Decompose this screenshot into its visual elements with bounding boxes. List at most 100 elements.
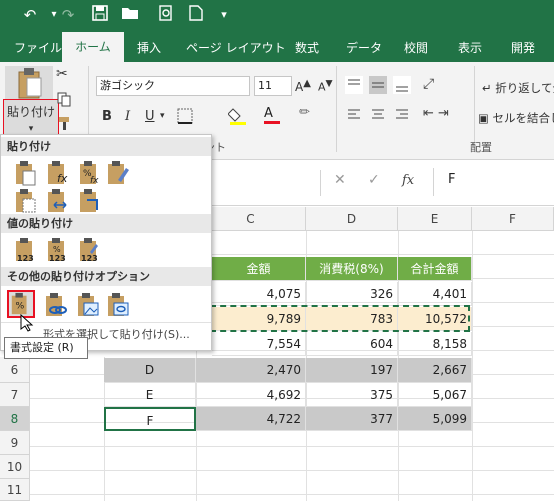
row-header-6[interactable]: 6 <box>0 357 30 383</box>
column-header-f[interactable]: F <box>472 207 554 231</box>
table-cell[interactable]: 5,067 <box>398 383 472 407</box>
table-cell[interactable]: 4,692 <box>196 383 306 407</box>
table-cell[interactable]: 8,158 <box>398 332 472 356</box>
formula-input-divider <box>433 168 434 196</box>
paste-values-source-formatting-icon[interactable]: 123 <box>77 237 103 263</box>
paste-linked-picture-icon[interactable] <box>105 292 131 318</box>
copy-icon[interactable] <box>56 91 72 107</box>
title-bar <box>0 0 554 30</box>
tab-file[interactable]: ファイル <box>14 38 62 58</box>
column-header-e[interactable]: E <box>398 207 472 231</box>
svg-text:%: % <box>53 245 61 254</box>
row-header-10[interactable]: 10 <box>0 455 30 479</box>
italic-icon[interactable]: I <box>125 109 130 124</box>
table-cell[interactable]: 4,722 <box>196 407 306 431</box>
table-cell[interactable]: 2,667 <box>398 358 472 383</box>
table-cell[interactable]: 5,099 <box>398 407 472 431</box>
paste-no-borders-icon[interactable] <box>13 188 39 214</box>
paste-formulas-icon[interactable]: fx <box>45 160 71 186</box>
merge-cells-button[interactable]: ▣ セルを結合し <box>478 110 554 126</box>
table-cell[interactable]: 4,401 <box>398 282 472 306</box>
table-cell[interactable]: 4,075 <box>212 282 306 306</box>
paste-button[interactable]: 貼り付け ▾ <box>3 99 59 135</box>
fill-color-icon[interactable] <box>227 106 250 126</box>
undo-icon[interactable]: ↶ <box>20 5 40 25</box>
table-cell[interactable]: 604 <box>306 332 398 356</box>
paste-keep-source-formatting-icon[interactable] <box>105 160 131 186</box>
indent-icons[interactable]: ⇤ ⇥ <box>423 106 471 126</box>
table-header-total[interactable]: 合計金額 <box>398 257 472 281</box>
cancel-icon[interactable]: ✕ <box>334 172 350 188</box>
tab-home[interactable]: ホーム <box>62 32 124 62</box>
tab-review[interactable]: 校閲 <box>404 38 428 58</box>
paste-icon[interactable] <box>13 160 39 186</box>
open-folder-icon[interactable] <box>120 5 140 25</box>
underline-icon[interactable]: U <box>145 109 155 124</box>
font-color-icon[interactable]: A <box>264 106 286 126</box>
row-header-11[interactable]: 11 <box>0 479 30 501</box>
tab-formulas[interactable]: 数式 <box>295 38 319 58</box>
tab-view[interactable]: 表示 <box>458 38 482 58</box>
svg-text:%: % <box>15 301 24 312</box>
mouse-pointer-icon <box>20 313 34 332</box>
save-icon[interactable] <box>90 5 110 25</box>
table-cell[interactable]: 7,554 <box>212 332 306 356</box>
paste-link-icon[interactable] <box>43 292 69 318</box>
table-cell[interactable]: 197 <box>306 358 398 383</box>
underline-dropdown-icon[interactable]: ▾ <box>160 111 165 121</box>
font-grow-icon[interactable]: A▲ <box>295 78 311 94</box>
table-header-amount[interactable]: 金額 <box>212 257 306 281</box>
formula-input[interactable]: F <box>448 172 455 187</box>
paste-picture-icon[interactable] <box>75 292 101 318</box>
tab-page-layout[interactable]: ページ レイアウト <box>186 38 286 58</box>
font-shrink-icon[interactable]: A▼ <box>318 78 333 94</box>
enter-icon[interactable]: ✓ <box>368 172 384 188</box>
column-header-d[interactable]: D <box>306 207 398 231</box>
font-name-combo[interactable]: 游ゴシック <box>96 76 250 96</box>
insert-function-icon[interactable]: fx <box>402 173 414 188</box>
vertical-align-buttons <box>345 74 421 96</box>
wrap-text-button[interactable]: ↵ 折り返して全 <box>482 80 554 96</box>
table-cell[interactable]: D <box>104 358 196 383</box>
phonetic-icon[interactable]: ✏ <box>299 105 317 123</box>
tab-developer[interactable]: 開発 <box>511 38 535 58</box>
customize-qat-icon[interactable]: ▾ <box>214 5 234 25</box>
row-header-8[interactable]: 8 <box>0 407 30 431</box>
borders-icon[interactable] <box>177 108 195 124</box>
row-header-9[interactable]: 9 <box>0 431 30 455</box>
paste-dropdown-icon: ▾ <box>28 124 34 134</box>
svg-text:123: 123 <box>81 254 98 263</box>
copy-marquee <box>210 305 470 332</box>
paste-values-icon[interactable]: 123 <box>13 237 39 263</box>
tab-data[interactable]: データ <box>346 38 382 58</box>
table-cell[interactable]: 326 <box>306 282 398 306</box>
paste-keep-column-widths-icon[interactable] <box>45 188 71 214</box>
wrap-text-label: 折り返して全 <box>495 81 554 95</box>
formula-bar-divider <box>320 170 321 196</box>
paste-values-number-formatting-icon[interactable]: % 123 <box>45 237 71 263</box>
redo-icon[interactable]: ↷ <box>58 5 78 25</box>
table-cell[interactable]: 2,470 <box>196 358 306 383</box>
table-cell[interactable]: 377 <box>306 407 398 431</box>
table-cell[interactable]: E <box>104 383 196 407</box>
svg-text:123: 123 <box>49 254 66 263</box>
tab-insert[interactable]: 挿入 <box>137 38 161 58</box>
paste-formulas-number-formatting-icon[interactable]: % fx <box>77 160 103 186</box>
cut-icon[interactable]: ✂ <box>56 66 72 82</box>
paste-icon[interactable] <box>5 66 53 100</box>
format-painter-icon[interactable] <box>57 115 73 131</box>
font-size-combo[interactable]: 11 <box>254 76 292 96</box>
paste-transpose-icon[interactable] <box>77 188 103 214</box>
orientation-icon[interactable]: ⤢ <box>423 76 443 96</box>
bold-icon[interactable]: B <box>102 109 112 124</box>
column-header-c[interactable]: C <box>196 207 306 231</box>
new-document-icon[interactable] <box>186 5 206 25</box>
table-header-tax[interactable]: 消費税(8%) <box>306 257 398 281</box>
active-cell[interactable]: F <box>104 407 196 431</box>
table-cell[interactable]: 375 <box>306 383 398 407</box>
merge-cells-label: セルを結合し <box>492 111 554 125</box>
row-header-7[interactable]: 7 <box>0 383 30 407</box>
grid-vline-e <box>472 231 473 501</box>
ribbon-separator-2 <box>336 66 337 152</box>
print-preview-icon[interactable] <box>156 5 176 25</box>
